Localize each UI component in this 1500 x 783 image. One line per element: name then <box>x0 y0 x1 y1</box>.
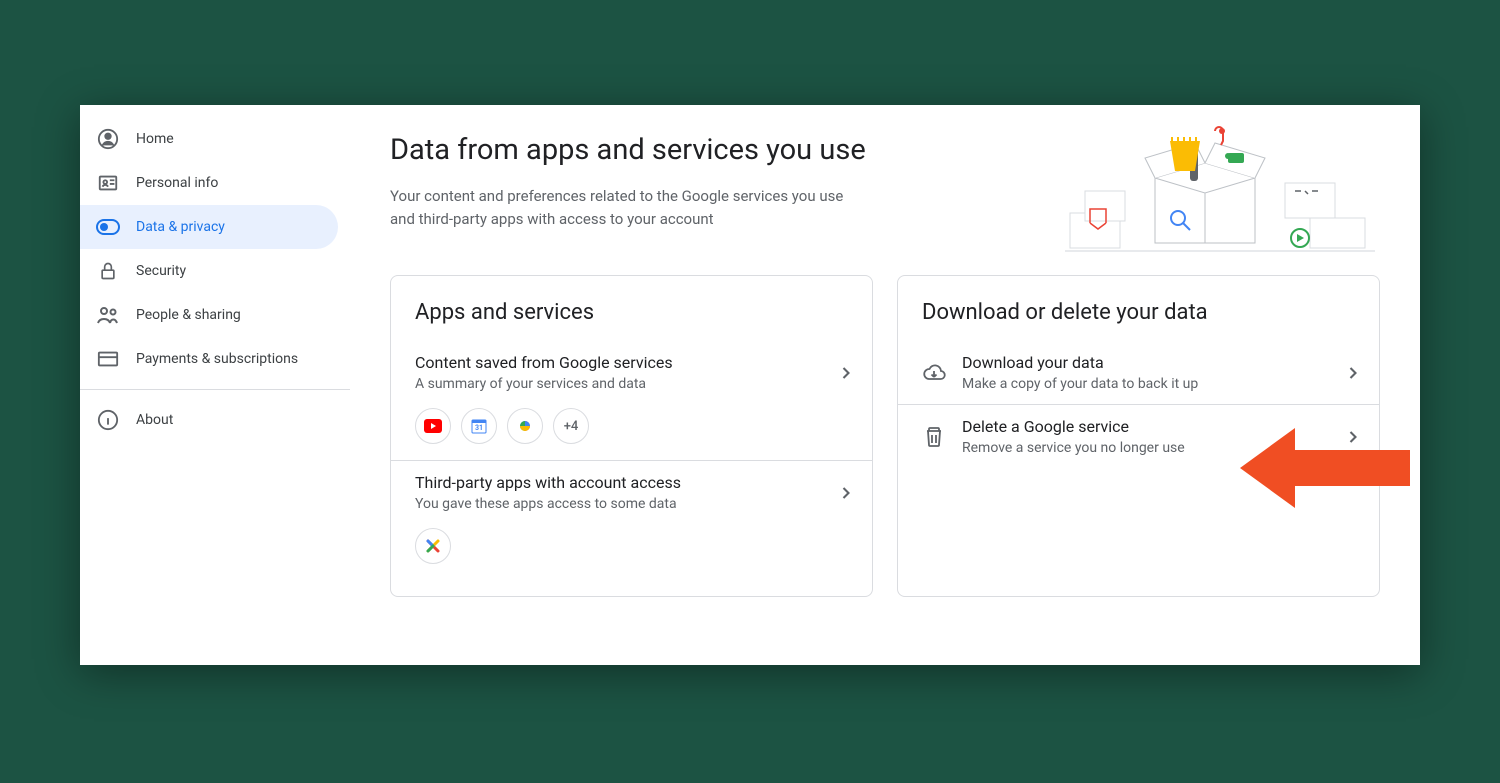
chevron-right-icon <box>836 363 856 383</box>
youtube-icon <box>415 408 451 444</box>
sidebar-item-label: About <box>136 412 173 428</box>
download-data-row[interactable]: Download your data Make a copy of your d… <box>898 341 1379 404</box>
row-title: Content saved from Google services <box>415 353 836 372</box>
sidebar-item-label: Security <box>136 263 186 279</box>
sidebar-item-people-sharing[interactable]: People & sharing <box>80 293 338 337</box>
sidebar-item-home[interactable]: Home <box>80 117 338 161</box>
lock-icon <box>96 259 120 283</box>
content-saved-row[interactable]: Content saved from Google services A sum… <box>391 341 872 404</box>
sidebar-item-about[interactable]: About <box>80 398 338 442</box>
sidebar-item-label: Personal info <box>136 175 218 191</box>
row-title: Download your data <box>962 353 1343 372</box>
trash-icon <box>922 425 946 449</box>
photos-icon <box>507 408 543 444</box>
row-subtitle: A summary of your services and data <box>415 376 836 392</box>
card-title: Apps and services <box>391 300 872 325</box>
sidebar: Home Personal info Data & privacy Securi… <box>80 105 350 665</box>
cloud-download-icon <box>922 361 946 385</box>
x-app-icon <box>415 528 451 564</box>
svg-text:31: 31 <box>475 424 483 432</box>
apps-services-card: Apps and services Content saved from Goo… <box>390 275 873 597</box>
row-title: Delete a Google service <box>962 417 1343 436</box>
page-subtitle: Your content and preferences related to … <box>390 185 860 230</box>
delete-service-row[interactable]: Delete a Google service Remove a service… <box>898 404 1379 468</box>
chevron-right-icon <box>1343 363 1363 383</box>
credit-card-icon <box>96 347 120 371</box>
info-icon <box>96 408 120 432</box>
chevron-right-icon <box>1343 427 1363 447</box>
sidebar-item-personal-info[interactable]: Personal info <box>80 161 338 205</box>
calendar-icon: 31 <box>461 408 497 444</box>
sidebar-divider <box>80 389 350 390</box>
sidebar-item-label: People & sharing <box>136 307 241 323</box>
row-subtitle: You gave these apps access to some data <box>415 496 836 512</box>
row-subtitle: Remove a service you no longer use <box>962 440 1343 456</box>
id-card-icon <box>96 171 120 195</box>
more-services-chip[interactable]: +4 <box>553 408 589 444</box>
third-party-chips <box>391 528 872 580</box>
account-circle-icon <box>96 127 120 151</box>
download-delete-card: Download or delete your data Download yo… <box>897 275 1380 597</box>
chevron-right-icon <box>836 483 856 503</box>
row-title: Third-party apps with account access <box>415 473 836 492</box>
third-party-row[interactable]: Third-party apps with account access You… <box>391 460 872 524</box>
sidebar-item-label: Data & privacy <box>136 219 225 235</box>
sidebar-item-payments[interactable]: Payments & subscriptions <box>80 337 338 381</box>
privacy-toggle-icon <box>96 215 120 239</box>
card-title: Download or delete your data <box>898 300 1379 325</box>
service-chips: 31 +4 <box>391 408 872 460</box>
people-icon <box>96 303 120 327</box>
sidebar-item-security[interactable]: Security <box>80 249 338 293</box>
main-content: Data from apps and services you use Your… <box>350 105 1420 665</box>
sidebar-item-label: Home <box>136 131 174 147</box>
row-subtitle: Make a copy of your data to back it up <box>962 376 1343 392</box>
sidebar-item-label: Payments & subscriptions <box>136 351 298 367</box>
settings-window: Home Personal info Data & privacy Securi… <box>80 105 1420 665</box>
page-title: Data from apps and services you use <box>390 133 866 167</box>
sidebar-item-data-privacy[interactable]: Data & privacy <box>80 205 338 249</box>
header-illustration <box>1060 123 1380 243</box>
